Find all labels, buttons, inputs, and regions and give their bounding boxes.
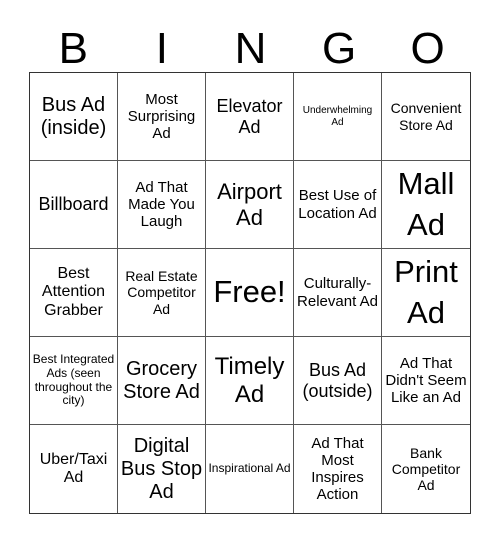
bingo-cell[interactable]: Ad That Made You Laugh bbox=[118, 161, 206, 249]
bingo-cell[interactable]: Best Attention Grabber bbox=[30, 249, 118, 337]
bingo-cell[interactable]: Underwhelming Ad bbox=[294, 73, 382, 161]
bingo-cell[interactable]: Most Surprising Ad bbox=[118, 73, 206, 161]
header-letter-n: N bbox=[234, 24, 267, 73]
bingo-cell[interactable]: Grocery Store Ad bbox=[118, 337, 206, 425]
bingo-cell[interactable]: Real Estate Competitor Ad bbox=[118, 249, 206, 337]
header-letter-g: G bbox=[321, 24, 357, 73]
bingo-header: B I N G O bbox=[29, 26, 472, 72]
bingo-cell[interactable]: Digital Bus Stop Ad bbox=[118, 425, 206, 513]
bingo-cell[interactable]: Convenient Store Ad bbox=[382, 73, 470, 161]
bingo-cell[interactable]: Billboard bbox=[30, 161, 118, 249]
bingo-cell[interactable]: Elevator Ad bbox=[206, 73, 294, 161]
bingo-cell[interactable]: Print Ad bbox=[382, 249, 470, 337]
bingo-cell[interactable]: Mall Ad bbox=[382, 161, 470, 249]
bingo-grid: Bus Ad (inside) Most Surprising Ad Eleva… bbox=[29, 72, 471, 514]
bingo-cell[interactable]: Inspirational Ad bbox=[206, 425, 294, 513]
bingo-cell[interactable]: Ad That Didn't Seem Like an Ad bbox=[382, 337, 470, 425]
header-letter-b: B bbox=[58, 24, 88, 73]
bingo-cell[interactable]: Airport Ad bbox=[206, 161, 294, 249]
bingo-cell[interactable]: Bank Competitor Ad bbox=[382, 425, 470, 513]
header-letter-i: I bbox=[155, 24, 168, 73]
header-letter-o: O bbox=[410, 24, 445, 73]
bingo-cell[interactable]: Uber/Taxi Ad bbox=[30, 425, 118, 513]
bingo-cell[interactable]: Timely Ad bbox=[206, 337, 294, 425]
bingo-cell[interactable]: Best Integrated Ads (seen throughout the… bbox=[30, 337, 118, 425]
bingo-cell[interactable]: Bus Ad (outside) bbox=[294, 337, 382, 425]
free-space-cell[interactable]: Free! bbox=[206, 249, 294, 337]
bingo-cell[interactable]: Ad That Most Inspires Action bbox=[294, 425, 382, 513]
bingo-cell[interactable]: Best Use of Location Ad bbox=[294, 161, 382, 249]
bingo-cell[interactable]: Culturally-Relevant Ad bbox=[294, 249, 382, 337]
bingo-cell[interactable]: Bus Ad (inside) bbox=[30, 73, 118, 161]
